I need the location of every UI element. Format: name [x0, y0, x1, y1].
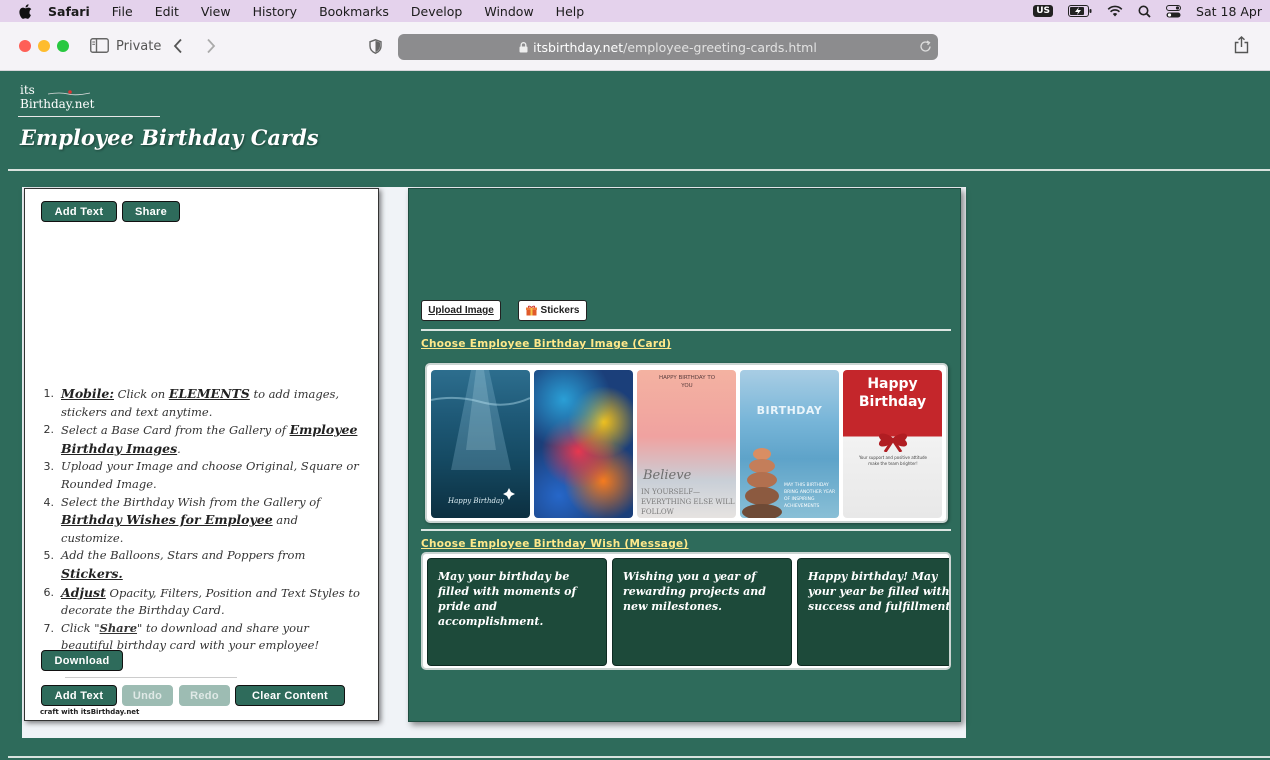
instructions-list: 1. Mobile: Click on ELEMENTS to add image…	[43, 385, 361, 655]
share-icon[interactable]	[1234, 36, 1249, 54]
card-caption-line1: Happy	[867, 376, 918, 392]
menu-bookmarks[interactable]: Bookmarks	[319, 4, 389, 19]
card-thumbnail[interactable]: BIRTHDAY MAY THIS BIRTHDAY BRING ANOTHER…	[740, 370, 839, 518]
instruction-item: 3. Upload your Image and choose Original,…	[43, 459, 359, 491]
instruction-item: 2. Select a Base Card from the Gallery of…	[43, 422, 358, 456]
lock-icon	[519, 41, 528, 53]
forward-chevron-icon[interactable]	[206, 38, 216, 54]
download-button[interactable]: Download	[41, 650, 123, 671]
share-button[interactable]: Share	[122, 201, 180, 222]
logo-squiggle-icon	[48, 90, 91, 96]
window-minimize-button[interactable]	[38, 40, 50, 52]
card-thumbnail[interactable]	[534, 370, 633, 518]
control-center-icon[interactable]	[1166, 4, 1182, 18]
menu-file[interactable]: File	[112, 4, 133, 19]
card-caption-top: HAPPY BIRTHDAY TO YOU	[658, 375, 716, 389]
menu-help[interactable]: Help	[556, 4, 585, 19]
address-bar[interactable]: itsbirthday.net/employee-greeting-cards.…	[398, 34, 938, 60]
wishes-heading[interactable]: Choose Employee Birthday Wish (Message)	[421, 538, 689, 550]
card-thumbnail[interactable]: Happy Birthday Your support and positive…	[843, 370, 942, 518]
upload-image-button[interactable]: Upload Image	[421, 300, 501, 321]
apple-icon[interactable]	[18, 3, 32, 19]
craft-credit: craft with itsBirthday.net	[40, 708, 140, 716]
window-close-button[interactable]	[19, 40, 31, 52]
card-image-strip: Happy Birthday HAPPY BIRTHDAY TO YOU Bel…	[425, 363, 948, 523]
wish-card[interactable]: Wishing you a year of rewarding projects…	[612, 558, 792, 666]
instruction-item: 4. Select the Birthday Wish from the Gall…	[43, 494, 321, 545]
undo-button[interactable]: Undo	[122, 685, 173, 706]
images-heading[interactable]: Choose Employee Birthday Image (Card)	[421, 338, 671, 350]
browser-toolbar: Private itsbirthday.net/employee-greetin…	[0, 22, 1270, 71]
site-logo[interactable]: its Birthday.net	[20, 83, 94, 111]
menu-history[interactable]: History	[253, 4, 297, 19]
page-title: Employee Birthday Cards	[20, 125, 319, 150]
title-divider	[8, 169, 1270, 171]
redo-button[interactable]: Redo	[179, 685, 230, 706]
ribbon-bow-icon	[878, 433, 908, 452]
reload-icon[interactable]	[919, 40, 932, 53]
back-chevron-icon[interactable]	[173, 38, 183, 54]
menu-safari[interactable]: Safari	[48, 4, 90, 19]
card-caption-small: MAY THIS BIRTHDAY BRING ANOTHER YEAR OF …	[784, 483, 836, 509]
web-page: its Birthday.net Employee Birthday Cards…	[0, 71, 1270, 760]
wish-message-strip: May your birthday be filled with moments…	[421, 552, 951, 670]
instruction-item: 5. Add the Balloons, Stars and Poppers fr…	[43, 548, 306, 581]
editor-divider	[65, 677, 237, 678]
gallery-panel: Upload Image Stickers Choose Employee Bi…	[408, 188, 961, 722]
wish-card[interactable]: May your birthday be filled with moments…	[427, 558, 607, 666]
footer-divider	[8, 756, 1270, 758]
card-editor-panel: Add Text Share 1. Mobile: Click on ELEMEN…	[24, 188, 379, 721]
ocean-light-icon	[431, 370, 530, 500]
menu-edit[interactable]: Edit	[155, 4, 179, 19]
privacy-shield-icon[interactable]	[369, 39, 382, 54]
card-caption: BIRTHDAY	[756, 404, 823, 417]
clear-content-button[interactable]: Clear Content	[235, 685, 345, 706]
logo-divider	[18, 116, 160, 117]
card-caption: Happy Birthday	[448, 497, 505, 505]
instruction-item: 1. Mobile: Click on ELEMENTS to add image…	[43, 386, 340, 419]
card-thumbnail[interactable]: HAPPY BIRTHDAY TO YOU Believe IN YOURSEL…	[637, 370, 736, 518]
instruction-item: 6. Adjust Opacity, Filters, Position and …	[43, 584, 360, 618]
card-caption-small: Your support and positive attitude make …	[859, 455, 927, 466]
menu-clock[interactable]: Sat 18 Apr	[1196, 4, 1262, 19]
sidebar-toggle-icon[interactable]	[90, 38, 109, 53]
private-browsing-label: Private	[116, 39, 162, 54]
wifi-icon[interactable]	[1107, 5, 1123, 17]
card-caption-line2: Birthday	[858, 394, 927, 410]
url-path: /employee-greeting-cards.html	[623, 39, 817, 55]
card-thumbnail[interactable]: Happy Birthday	[431, 370, 530, 518]
gallery-divider-1	[421, 329, 951, 331]
window-zoom-button[interactable]	[57, 40, 69, 52]
wish-card[interactable]: Happy birthday! May your year be filled …	[797, 558, 949, 666]
gallery-divider-2	[421, 529, 951, 531]
spotlight-search-icon[interactable]	[1138, 5, 1151, 18]
card-caption-bottom: IN YOURSELF— EVERYTHING ELSE WILL FOLLOW	[641, 488, 735, 516]
menu-view[interactable]: View	[201, 4, 231, 19]
input-source-badge[interactable]: US	[1033, 5, 1054, 17]
logo-line-birthday: Birthday.net	[20, 97, 95, 111]
gift-icon	[525, 305, 537, 316]
stickers-button[interactable]: Stickers	[518, 300, 587, 321]
stacked-stones-icon	[742, 448, 782, 518]
add-text-button-bottom[interactable]: Add Text	[41, 685, 117, 706]
battery-icon[interactable]	[1068, 5, 1092, 17]
url-host: itsbirthday.net	[533, 39, 624, 55]
card-caption-script: Believe	[643, 468, 692, 483]
menu-bar: Safari File Edit View History Bookmarks …	[0, 0, 1270, 22]
menu-window[interactable]: Window	[484, 4, 533, 19]
add-text-button-top[interactable]: Add Text	[41, 201, 117, 222]
menu-develop[interactable]: Develop	[411, 4, 462, 19]
